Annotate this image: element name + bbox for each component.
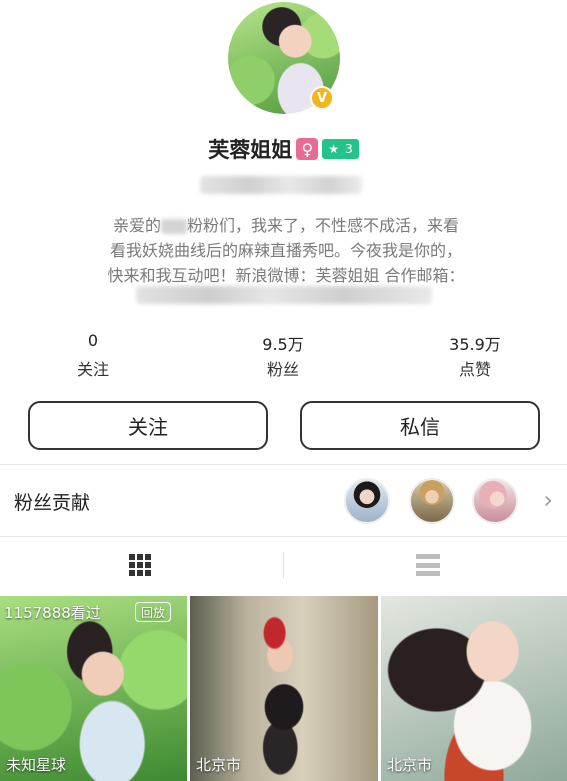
blurred-user-id bbox=[200, 176, 362, 194]
location-label: 北京市 bbox=[196, 756, 242, 774]
profile-name: 芙蓉姐姐 bbox=[208, 138, 293, 162]
fans-contribution-row[interactable]: 粉丝贡献 › bbox=[0, 470, 567, 532]
divider bbox=[0, 536, 567, 537]
tab-separator bbox=[283, 552, 284, 578]
fan-avatar[interactable] bbox=[344, 478, 390, 524]
verified-badge-icon: V bbox=[310, 86, 334, 110]
location-label: 北京市 bbox=[387, 756, 433, 774]
blurred-text bbox=[161, 219, 187, 234]
stat-value: 0 bbox=[87, 331, 99, 350]
stat-following[interactable]: 0 关注 bbox=[68, 331, 118, 380]
video-grid: 1157888看过 回放 未知星球 北京市 北京市 bbox=[0, 596, 567, 781]
stat-value: 35.9万 bbox=[449, 335, 501, 354]
grid-view-icon[interactable] bbox=[129, 554, 151, 576]
view-mode-tabs bbox=[0, 540, 567, 590]
stat-label: 关注 bbox=[76, 360, 109, 379]
fan-avatar[interactable] bbox=[472, 478, 518, 524]
replay-badge: 回放 bbox=[135, 602, 172, 622]
divider bbox=[0, 464, 567, 465]
video-thumb[interactable]: 北京市 bbox=[381, 596, 567, 781]
chevron-right-icon[interactable]: › bbox=[543, 488, 553, 512]
stat-fans[interactable]: 9.5万 粉丝 bbox=[248, 331, 318, 380]
profile-name-row: 芙蓉姐姐 ♀ ★ 3 bbox=[0, 134, 567, 164]
level-value: 3 bbox=[345, 142, 353, 156]
profile-bio: 亲爱的 粉粉们，我来了，不性感不成活，来看 看我妖娆曲线后的麻辣直播秀吧。今夜我是… bbox=[68, 213, 504, 288]
profile-stats: 0 关注 9.5万 粉丝 35.9万 点赞 bbox=[0, 331, 567, 381]
stat-label: 粉丝 bbox=[266, 360, 299, 379]
bio-line-2: 看我妖娆曲线后的麻辣直播秀吧。今夜我是你的， bbox=[109, 241, 462, 260]
fan-avatar[interactable] bbox=[409, 478, 455, 524]
blurred-email bbox=[136, 286, 432, 304]
fans-contribution-title: 粉丝贡献 bbox=[14, 492, 91, 514]
level-badge: ★ 3 bbox=[322, 139, 359, 159]
bio-line-1: 亲爱的 粉粉们，我来了，不性感不成活，来看 bbox=[112, 216, 460, 235]
profile-avatar[interactable]: V bbox=[228, 2, 340, 114]
star-icon: ★ bbox=[328, 142, 340, 156]
message-button[interactable]: 私信 bbox=[300, 401, 540, 450]
bio-line-3: 快来和我互动吧！新浪微博：芙蓉姐姐 合作邮箱： bbox=[107, 266, 465, 285]
video-thumb[interactable]: 1157888看过 回放 未知星球 bbox=[0, 596, 187, 781]
video-thumb[interactable]: 北京市 bbox=[190, 596, 378, 781]
stat-likes[interactable]: 35.9万 点赞 bbox=[440, 331, 510, 380]
view-count: 1157888看过 bbox=[4, 604, 101, 622]
female-icon: ♀ bbox=[296, 138, 319, 160]
location-label: 未知星球 bbox=[6, 756, 67, 774]
stat-value: 9.5万 bbox=[262, 335, 304, 354]
follow-button[interactable]: 关注 bbox=[28, 401, 268, 450]
stat-label: 点赞 bbox=[458, 360, 491, 379]
list-view-icon[interactable] bbox=[416, 554, 440, 576]
